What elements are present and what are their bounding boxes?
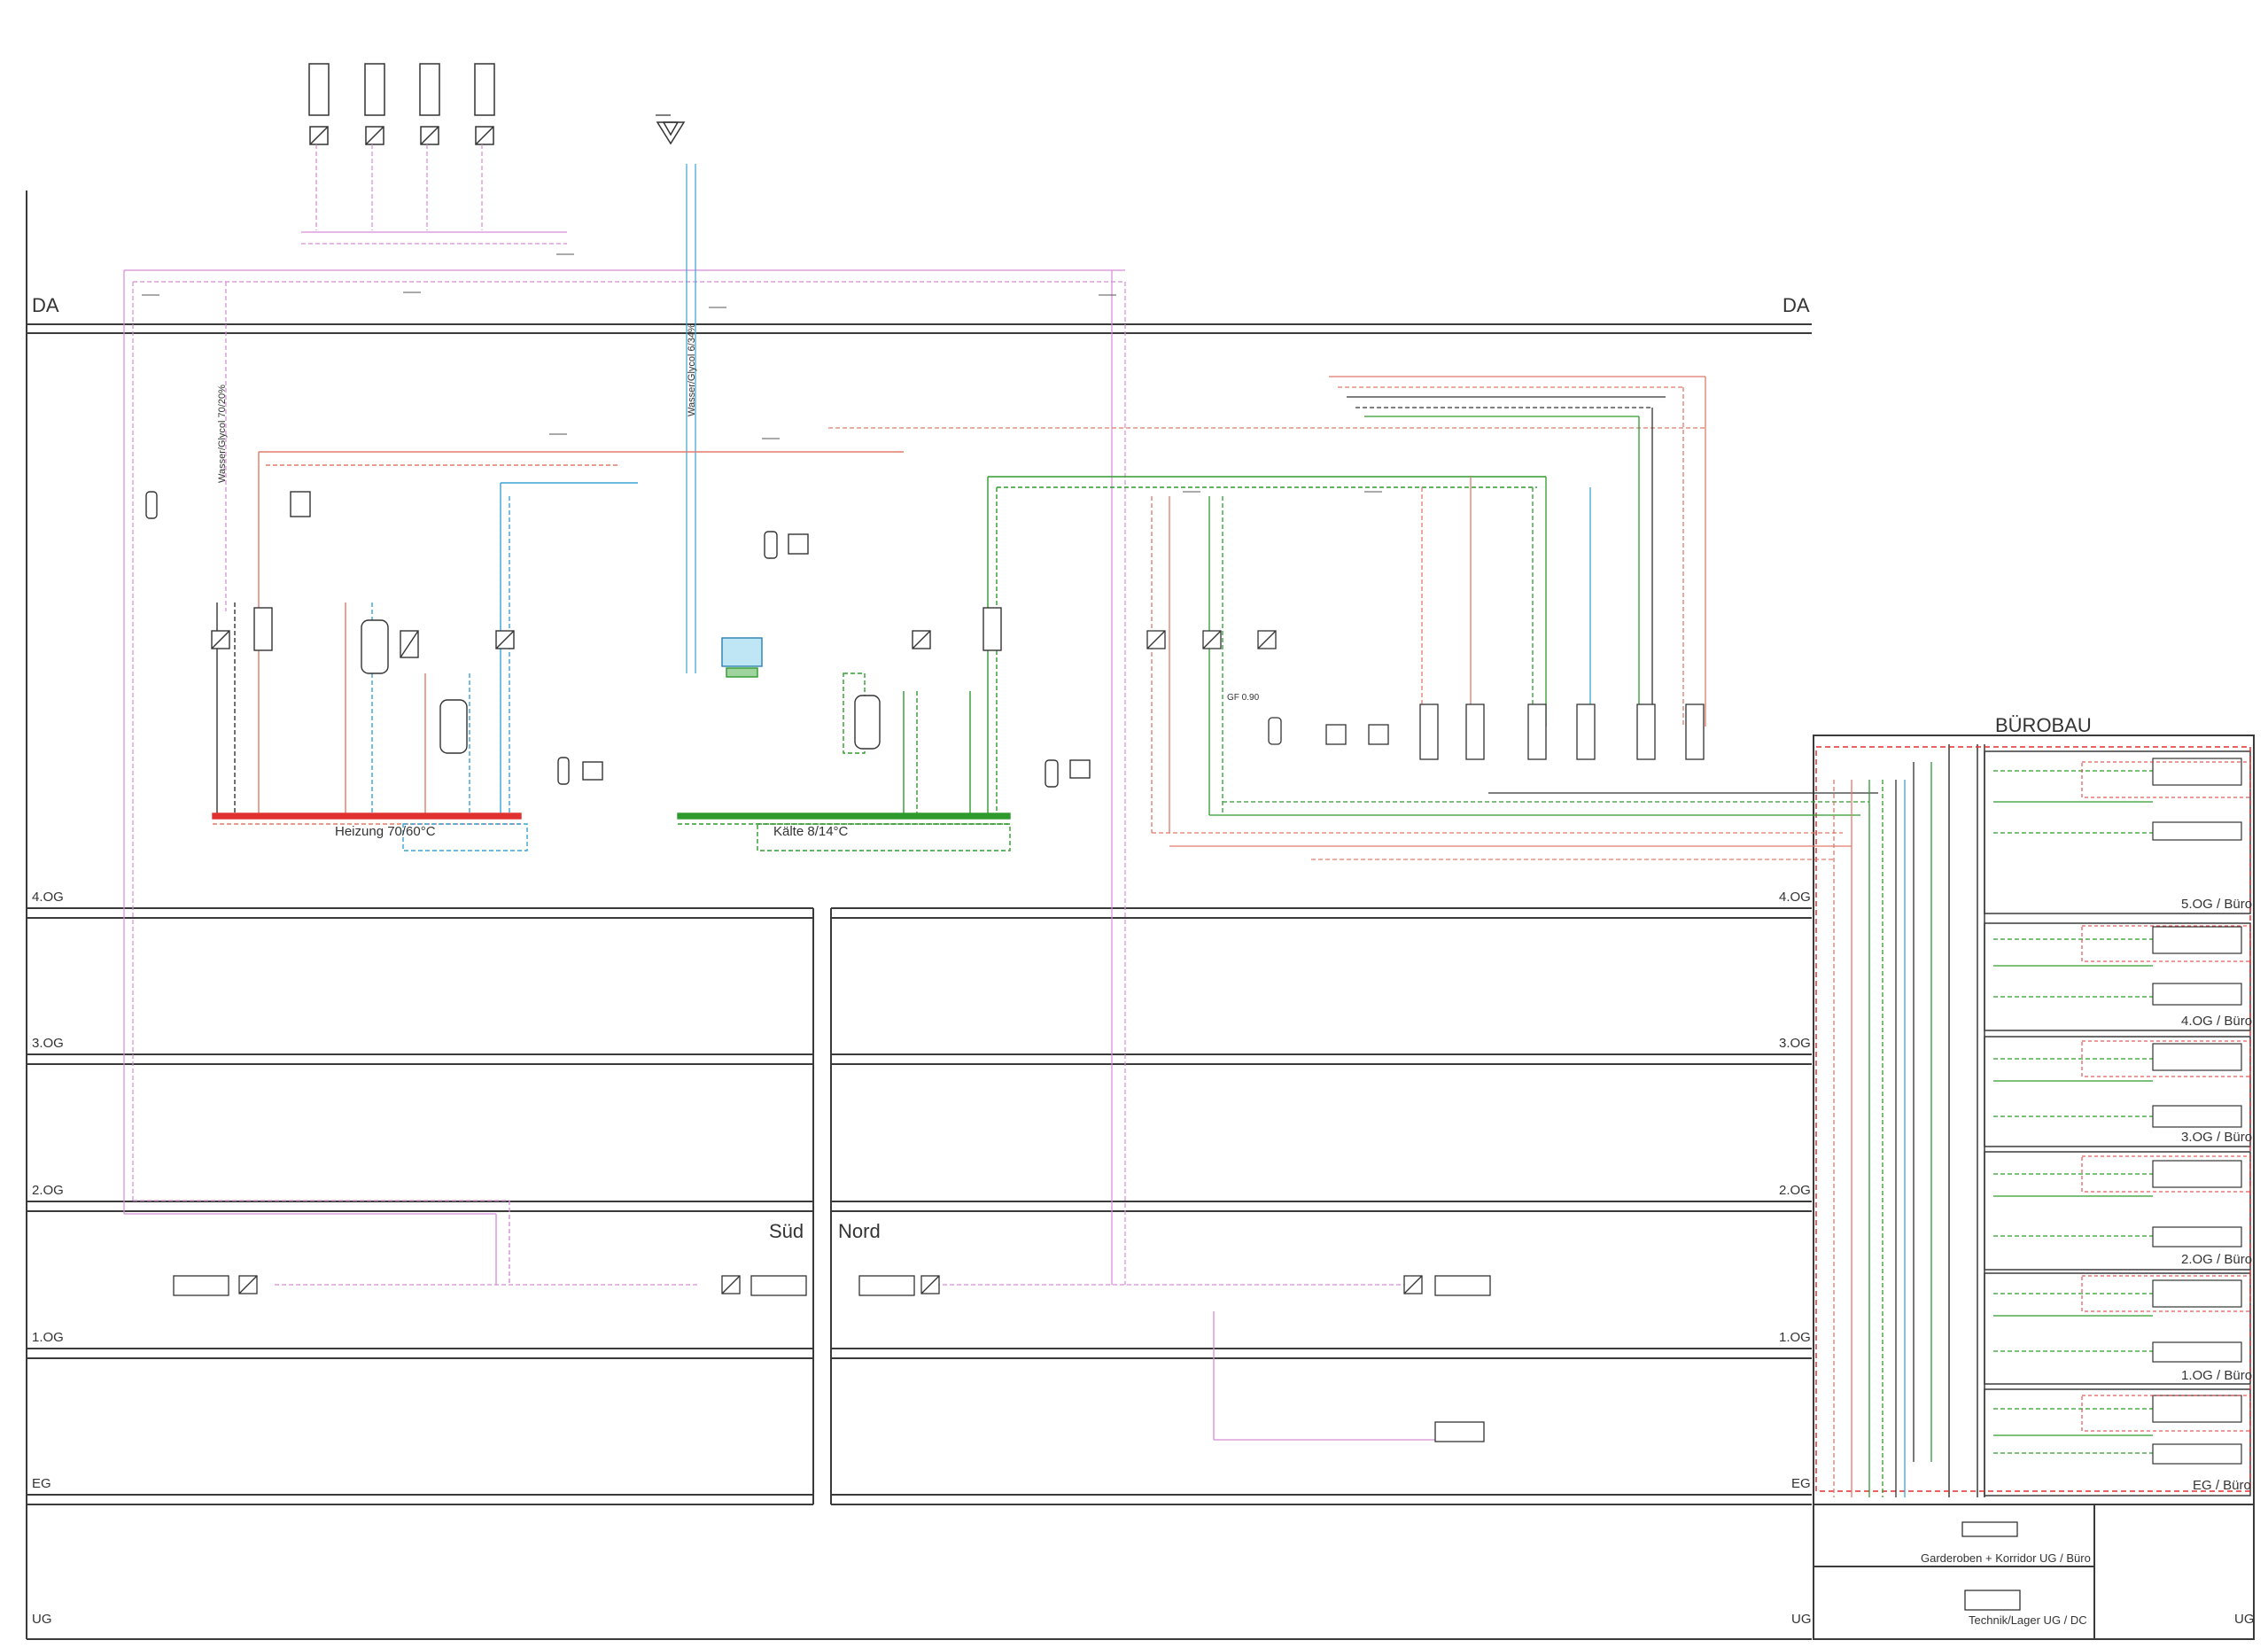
buero-label-1og: 1.OG / Büro bbox=[2181, 1368, 2252, 1383]
buero-label-2og: 2.OG / Büro bbox=[2181, 1252, 2252, 1267]
buero-units bbox=[2152, 758, 2242, 1465]
building-label-sued: Süd bbox=[769, 1220, 804, 1242]
buero-label-5og: 5.OG / Büro bbox=[2181, 897, 2252, 912]
heating-equipment bbox=[145, 491, 603, 785]
buero-risers bbox=[1833, 762, 1932, 1497]
floor-label-ug-right: UG bbox=[2234, 1612, 2255, 1627]
floor-label-da-right: DA bbox=[1783, 294, 1810, 316]
floor-label-1og-left: 1.OG bbox=[32, 1330, 64, 1345]
circuit-label-gf: GF 0.90 bbox=[1227, 693, 1260, 703]
floor-label-eg-left: EG bbox=[32, 1476, 51, 1491]
rooftop-pipes bbox=[123, 114, 1126, 1285]
rooftop-units bbox=[308, 63, 686, 145]
ug-label-garderoben: Garderoben + Korridor UG / Büro bbox=[1921, 1551, 2091, 1565]
lower-units bbox=[173, 1275, 2021, 1611]
floor-label-ug-left: UG bbox=[32, 1612, 52, 1627]
annotation-marks bbox=[142, 253, 1382, 493]
buero-label-3og: 3.OG / Büro bbox=[2181, 1130, 2252, 1145]
buero-red-zones bbox=[2081, 761, 2251, 1432]
floor-label-4og-left: 4.OG bbox=[32, 890, 64, 905]
ug-label-technik: Technik/Lager UG / DC bbox=[1969, 1613, 2087, 1627]
buero-label-eg: EG / Büro bbox=[2193, 1478, 2251, 1493]
floor-grid bbox=[26, 190, 2255, 1640]
floor-label-da-left: DA bbox=[32, 294, 59, 316]
buero-label-4og: 4.OG / Büro bbox=[2181, 1014, 2252, 1029]
floor-label-2og-left: 2.OG bbox=[32, 1183, 64, 1198]
floor-label-2og-right: 2.OG bbox=[1779, 1183, 1811, 1198]
floor-label-3og-right: 3.OG bbox=[1779, 1036, 1811, 1051]
floor-label-1og-right: 1.OG bbox=[1779, 1330, 1811, 1345]
circuit-label-kaelte: Kälte 8/14°C bbox=[773, 824, 849, 839]
circuit-label-heizung: Heizung 70/60°C bbox=[335, 824, 436, 839]
floor-label-ug-mid: UG bbox=[1791, 1612, 1812, 1627]
building-label-buerobau: BÜROBAU bbox=[1995, 714, 2092, 736]
floor-label-3og-left: 3.OG bbox=[32, 1036, 64, 1051]
buero-branches bbox=[1993, 770, 2153, 1454]
building-label-nord: Nord bbox=[838, 1220, 881, 1242]
hvac-schematic: DA DA 4.OG 4.OG 3.OG 3.OG 2.OG 2.OG 1.OG… bbox=[26, 63, 2255, 1640]
floor-label-4og-right: 4.OG bbox=[1779, 890, 1811, 905]
cooling-equipment bbox=[721, 531, 1091, 788]
circuit-label-glycol-cool: Wasser/Glycol 6/34% bbox=[687, 323, 697, 416]
heating-group bbox=[212, 451, 904, 851]
floor-label-eg-right: EG bbox=[1791, 1476, 1811, 1491]
circuit-label-glycol-heat: Wasser/Glycol 70/20% bbox=[217, 385, 228, 483]
